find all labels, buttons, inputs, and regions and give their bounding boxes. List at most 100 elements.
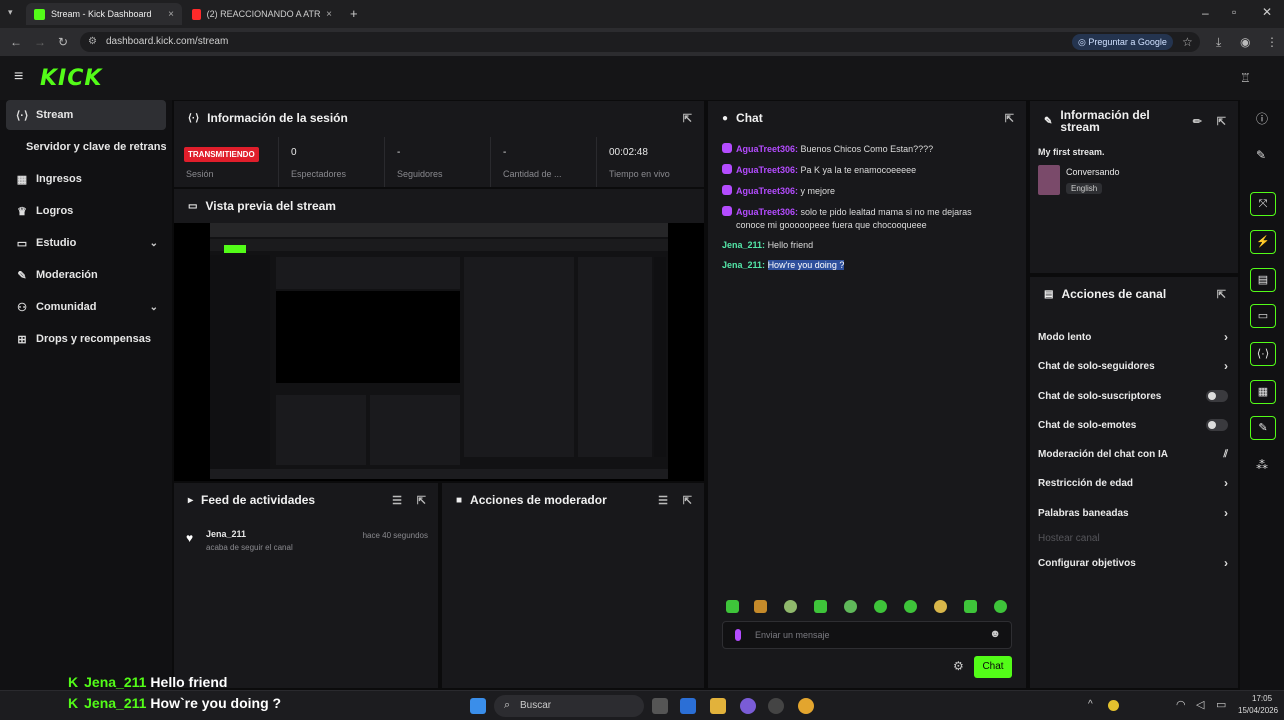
emoji-icon[interactable]: ☻ [989,628,1001,640]
site-info-icon[interactable]: ⚙ [88,32,97,52]
close-tab-icon[interactable]: × [168,9,174,20]
url-input[interactable]: ⚙ dashboard.kick.com/stream [80,32,1200,52]
copilot-icon[interactable] [740,698,756,714]
browser-tab-youtube[interactable]: (2) REACCIONANDO A ATRAPAN... × [184,3,340,25]
sidebar-item-ingresos[interactable]: ▦ Ingresos [6,164,166,194]
downloads-icon[interactable]: ⤓ [1216,35,1221,50]
hamburger-menu-icon[interactable]: ≡ [14,68,23,86]
close-window-icon[interactable]: ✕ [1262,5,1272,19]
tab-title: (2) REACCIONANDO A ATRAPAN... [206,9,321,19]
profile-icon[interactable]: ◉ [1240,35,1250,49]
sidebar-item-server-key[interactable]: Servidor y clave de retransm [6,132,166,162]
filter-icon[interactable]: ☰ [658,494,668,507]
action-ai-moderation[interactable]: Moderación del chat con IA ⫽ [1038,443,1228,465]
emote-icon[interactable] [904,600,917,613]
chat-input[interactable]: Enviar un mensaje ☻ [722,621,1012,649]
search-icon: ⌕ [504,699,511,711]
file-explorer-icon[interactable] [710,698,726,714]
emote-icon[interactable] [754,600,767,613]
forward-icon[interactable]: → [34,35,46,49]
chrome-icon[interactable] [798,698,814,714]
clock-date[interactable]: 15/04/2026 [1238,706,1278,715]
rail-button-chat-icon[interactable]: ▭ [1250,304,1276,328]
task-view-icon[interactable] [652,698,668,714]
sidebar-item-drops[interactable]: ⊞ Drops y recompensas [6,324,166,354]
github-icon[interactable] [768,698,784,714]
new-tab-button[interactable]: + [350,6,358,21]
sidebar-item-logros[interactable]: ♛ Logros [6,196,166,226]
bookmark-star-icon[interactable]: ☆ [1182,35,1193,49]
emote-icon[interactable] [934,600,947,613]
chat-settings-gear-icon[interactable]: ⚙ [953,659,964,673]
gamepad-icon[interactable]: ⁂ [1256,458,1268,472]
reload-icon[interactable]: ↻ [58,35,68,49]
popout-icon[interactable]: ⇱ [1217,288,1226,301]
tray-chevron-icon[interactable]: ^ [1088,699,1093,710]
clock-time[interactable]: 17:05 [1252,694,1272,703]
kick-logo[interactable]: KICK [40,66,102,91]
sidebar-item-moderacion[interactable]: ✎ Moderación [6,260,166,290]
chat-message[interactable]: AguaTreet306: Pa K ya la te enamocoeeeee [722,164,916,175]
chat-message[interactable]: Jena_211: Hello friend [722,240,813,250]
chat-message[interactable]: AguaTreet306: y mejore [722,185,835,196]
popout-icon[interactable]: ⇱ [417,494,426,507]
taskbar-search[interactable]: ⌕ Buscar [494,695,644,717]
chat-send-button[interactable]: Chat [974,656,1012,678]
rail-button-signal-icon[interactable]: ⟨·⟩ [1250,342,1276,366]
channel-icon: ▤ [1044,288,1054,300]
stream-preview-video[interactable] [174,223,704,481]
rail-button-compress-icon[interactable]: ⤧ [1250,192,1276,216]
emotes-only-toggle[interactable] [1206,419,1228,431]
chat-message[interactable]: Jena_211: How're you doing ? [722,260,845,270]
popout-icon[interactable]: ⇱ [1005,112,1014,125]
rail-button-document-icon[interactable]: ▤ [1250,268,1276,292]
emote-icon[interactable] [814,600,827,613]
emote-icon[interactable] [964,600,977,613]
browser-menu-icon[interactable]: ⋮ [1266,35,1278,49]
minimize-icon[interactable]: – [1202,6,1209,20]
maximize-icon[interactable]: ▫ [1232,5,1236,19]
sidebar-item-stream[interactable]: ⟨·⟩ Stream [6,100,166,130]
edit-pencil-icon[interactable]: ✏ [1193,115,1202,128]
trophy-header-icon[interactable]: ♖ [1240,71,1251,85]
filter-icon[interactable]: ☰ [392,494,402,507]
sidebar-item-estudio[interactable]: ▭ Estudio ⌄ [6,228,166,258]
chat-message[interactable]: AguaTreet306: solo te pido lealtad mama … [722,206,972,217]
battery-icon[interactable]: ▭ [1216,698,1226,711]
chat-message[interactable]: AguaTreet306: Buenos Chicos Como Estan??… [722,143,933,154]
tab-list-icon[interactable]: ▾ [8,7,13,18]
action-banned-words[interactable]: Palabras baneadas › [1038,502,1228,524]
volume-icon[interactable]: ◁ [1196,698,1204,711]
signal-icon: ⟨·⟩ [188,112,200,124]
windows-start-icon[interactable] [470,698,486,714]
pencil-icon[interactable]: ✎ [1256,148,1266,162]
rail-button-list-icon[interactable]: ▦ [1250,380,1276,404]
chevron-down-icon: ⌄ [149,237,158,249]
action-set-goals[interactable]: Configurar objetivos › [1038,552,1228,574]
popout-icon[interactable]: ⇱ [1217,115,1226,128]
action-slow-mode[interactable]: Modo lento › [1038,326,1228,348]
info-icon[interactable]: ⓘ [1256,110,1268,127]
action-followers-only[interactable]: Chat de solo-seguidores › [1038,355,1228,377]
popout-icon[interactable]: ⇱ [683,494,692,507]
subscribers-only-toggle[interactable] [1206,390,1228,402]
popout-icon[interactable]: ⇱ [683,112,692,125]
rail-button-lightning-icon[interactable]: ⚡ [1250,230,1276,254]
close-tab-icon[interactable]: × [326,9,332,20]
rail-button-wrench-icon[interactable]: ✎ [1250,416,1276,440]
sidebar-item-comunidad[interactable]: ⚇ Comunidad ⌄ [6,292,166,322]
emote-icon[interactable] [784,600,797,613]
emote-icon[interactable] [844,600,857,613]
action-age-restriction[interactable]: Restricción de edad › [1038,472,1228,494]
emote-icon[interactable] [726,600,739,613]
wifi-icon[interactable]: ◠ [1176,698,1186,711]
app-store-icon[interactable] [680,698,696,714]
browser-tab-kick[interactable]: Stream - Kick Dashboard × [26,3,182,25]
language-badge: English [1066,183,1103,194]
ask-google-button[interactable]: ◎ Preguntar a Google [1072,34,1173,50]
emote-icon[interactable] [874,600,887,613]
back-icon[interactable]: ← [10,35,22,49]
emote-icon[interactable] [994,600,1007,613]
live-status-badge: TRANSMITIENDO [184,147,259,162]
tray-app-icon[interactable] [1108,700,1119,711]
